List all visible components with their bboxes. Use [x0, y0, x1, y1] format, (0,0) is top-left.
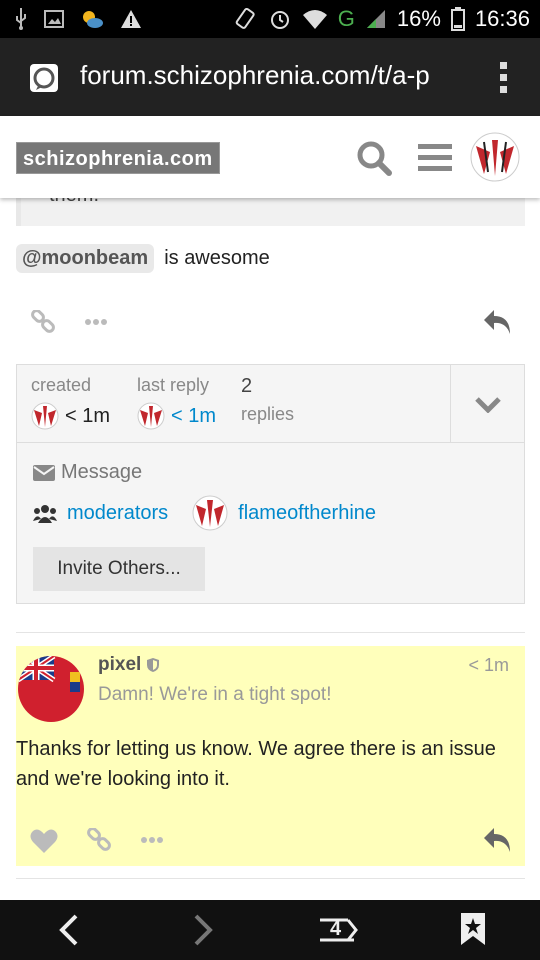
- image-icon: [44, 10, 64, 28]
- reply-icon[interactable]: [482, 826, 512, 854]
- group-link[interactable]: moderators: [67, 502, 168, 525]
- created-stat: created < 1m: [31, 375, 110, 430]
- last-reply-link[interactable]: < 1m: [171, 405, 216, 428]
- last-reply-stat: last reply < 1m: [137, 375, 216, 430]
- last-poster-avatar[interactable]: [137, 402, 165, 430]
- post-date[interactable]: < 1m: [468, 655, 509, 676]
- expand-topic-map-button[interactable]: [451, 365, 525, 443]
- topic-map: created < 1m last reply < 1m 2 replies M…: [16, 364, 525, 604]
- back-arrow-icon[interactable]: [56, 914, 80, 946]
- site-favicon-icon: [30, 64, 58, 92]
- site-logo[interactable]: schizophrenia.com: [16, 142, 220, 174]
- url-field[interactable]: forum.schizophrenia.com/t/a-p: [80, 60, 460, 91]
- user-avatar[interactable]: [470, 132, 520, 182]
- message-label: Message: [61, 461, 143, 483]
- battery-percent: 16%: [396, 6, 441, 31]
- clock: 16:36: [474, 6, 530, 31]
- reply-icon[interactable]: [482, 308, 512, 336]
- alarm-icon: [270, 11, 289, 29]
- topic-content: them. @moonbeam is awesome created < 1m …: [0, 198, 540, 900]
- private-message-details: Message moderators flameoftherhine Invit…: [17, 443, 525, 605]
- more-icon[interactable]: [84, 318, 108, 326]
- participant-link[interactable]: flameoftherhine: [238, 502, 376, 525]
- post-divider: [16, 878, 525, 879]
- network-type: G: [337, 6, 355, 31]
- search-icon[interactable]: [356, 140, 392, 176]
- shield-icon: [147, 658, 160, 672]
- battery-icon: [450, 7, 465, 31]
- envelope-icon: [33, 464, 55, 481]
- post-actions: [0, 302, 540, 342]
- poster-avatar[interactable]: [18, 656, 84, 722]
- browser-menu-icon[interactable]: [500, 62, 510, 94]
- creator-avatar[interactable]: [31, 402, 59, 430]
- usb-icon: [16, 8, 26, 30]
- hamburger-menu-icon[interactable]: [418, 144, 452, 172]
- group-icon: [33, 505, 57, 523]
- link-icon[interactable]: [86, 828, 112, 854]
- tabs-button[interactable]: 4: [318, 914, 358, 946]
- replies-label: replies: [241, 404, 295, 424]
- chevron-down-icon: [475, 397, 501, 413]
- forward-arrow-icon[interactable]: [192, 914, 216, 946]
- message-heading: Message: [33, 461, 142, 484]
- user-title: Damn! We're in a tight spot!: [98, 684, 332, 705]
- invite-others-button[interactable]: Invite Others...: [33, 547, 205, 591]
- created-label: created: [31, 375, 92, 395]
- site-header: schizophrenia.com: [0, 116, 540, 198]
- user-mention-link[interactable]: @moonbeam: [16, 244, 155, 273]
- post-highlighted: pixel Damn! We're in a tight spot! < 1m …: [16, 646, 525, 866]
- link-icon[interactable]: [30, 310, 56, 336]
- tab-count: 4: [330, 918, 342, 940]
- blockquote: them.: [16, 198, 525, 226]
- post-text: Thanks for letting us know. We agree the…: [16, 738, 496, 790]
- post-text: is awesome: [164, 247, 270, 269]
- last-reply-label: last reply: [137, 375, 210, 395]
- participant-avatar[interactable]: [192, 495, 228, 531]
- rotate-icon: [235, 7, 255, 29]
- warning-icon: [121, 10, 141, 28]
- signal-icon: [366, 10, 385, 28]
- weather-icon: [83, 11, 103, 28]
- post-body: @moonbeam is awesome: [16, 244, 270, 273]
- browser-bottom-nav: 4: [0, 900, 540, 960]
- wifi-icon: [302, 10, 327, 29]
- quote-text: them.: [49, 198, 99, 207]
- replies-stat: 2 replies: [241, 375, 294, 425]
- participants-list: moderators flameoftherhine: [33, 495, 376, 531]
- username-link[interactable]: pixel: [98, 654, 141, 676]
- post-divider: [16, 632, 525, 633]
- topic-map-summary: created < 1m last reply < 1m 2 replies: [17, 365, 451, 443]
- created-value: < 1m: [65, 404, 111, 427]
- bookmark-icon[interactable]: [460, 912, 486, 946]
- status-bar: G 16% 16:36: [0, 0, 540, 38]
- poster-username: pixel: [98, 654, 160, 676]
- post-actions: [16, 822, 525, 862]
- browser-toolbar: forum.schizophrenia.com/t/a-p: [0, 38, 540, 116]
- replies-count: 2: [241, 375, 253, 397]
- like-heart-icon[interactable]: [30, 828, 58, 854]
- more-icon[interactable]: [140, 836, 164, 844]
